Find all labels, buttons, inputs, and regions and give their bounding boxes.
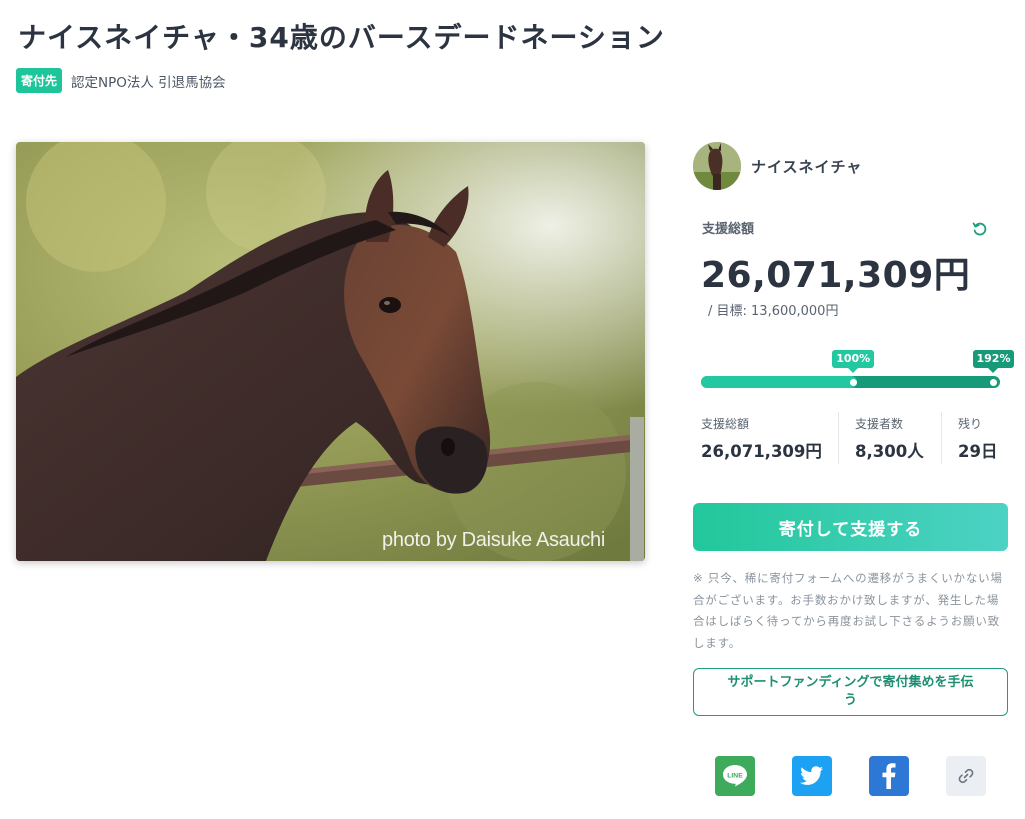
progress-achieved-tag: 192% xyxy=(972,350,1015,373)
recipient-badge: 寄付先 xyxy=(16,68,63,93)
recipient-row: 寄付先 認定NPO法人 引退馬協会 xyxy=(16,68,226,93)
horse-photo xyxy=(16,142,645,561)
link-icon xyxy=(958,768,974,784)
line-icon: LINE xyxy=(723,765,747,787)
copy-link-button[interactable] xyxy=(946,756,986,796)
stat-value: 29日 xyxy=(958,442,998,461)
notice-text: ※ 只今、稀に寄付フォームへの遷移がうまくいかない場合がございます。お手数おかけ… xyxy=(693,571,1003,650)
share-twitter-button[interactable] xyxy=(792,756,832,796)
progress-fill-target xyxy=(701,376,857,388)
goal-amount: / 目標: 13,600,000円 xyxy=(708,304,839,319)
share-buttons: LINE xyxy=(715,756,986,796)
line-icon-text: LINE xyxy=(727,773,743,780)
owner-name: ナイスネイチャ xyxy=(751,157,863,176)
donate-button[interactable]: 寄付して支援する xyxy=(693,503,1008,551)
progress-track xyxy=(701,376,1000,388)
stat-label: 支援者数 xyxy=(855,417,904,431)
progress-target-tag: 100% xyxy=(832,350,875,373)
stat-total: 支援総額 26,071,309円 xyxy=(701,412,839,464)
stat-label: 支援総額 xyxy=(701,417,750,431)
twitter-icon xyxy=(800,766,823,785)
refresh-icon[interactable] xyxy=(971,220,989,238)
progress-achieved-dot xyxy=(990,379,997,386)
avatar xyxy=(693,142,741,190)
total-amount: 26,071,309円 xyxy=(701,255,971,296)
stat-value: 26,071,309円 xyxy=(701,442,822,461)
stat-label: 残り xyxy=(958,417,983,431)
share-facebook-button[interactable] xyxy=(869,756,909,796)
progress-bar: 100% 192% xyxy=(701,350,1015,390)
owner-row[interactable]: ナイスネイチャ xyxy=(693,142,862,190)
facebook-icon xyxy=(882,763,896,789)
progress-target-dot xyxy=(849,379,857,386)
stat-supporters: 支援者数 8,300人 xyxy=(839,412,942,464)
page-title: ナイスネイチャ・34歳のバースデードネーション xyxy=(18,21,665,54)
horse-avatar-icon xyxy=(693,142,741,190)
support-funding-button[interactable]: サポートファンディングで寄付集めを手伝う xyxy=(693,668,1008,716)
stat-value: 8,300人 xyxy=(855,442,924,461)
share-line-button[interactable]: LINE xyxy=(715,756,755,796)
recipient-name[interactable]: 認定NPO法人 引退馬協会 xyxy=(71,71,226,91)
photo-credit: photo by Daisuke Asauchi xyxy=(382,529,605,551)
stats-row: 支援総額 26,071,309円 支援者数 8,300人 残り 29日 xyxy=(701,412,1007,464)
stat-remaining: 残り 29日 xyxy=(942,412,997,464)
total-label: 支援総額 xyxy=(702,222,755,237)
hero-image: photo by Daisuke Asauchi xyxy=(16,142,645,561)
